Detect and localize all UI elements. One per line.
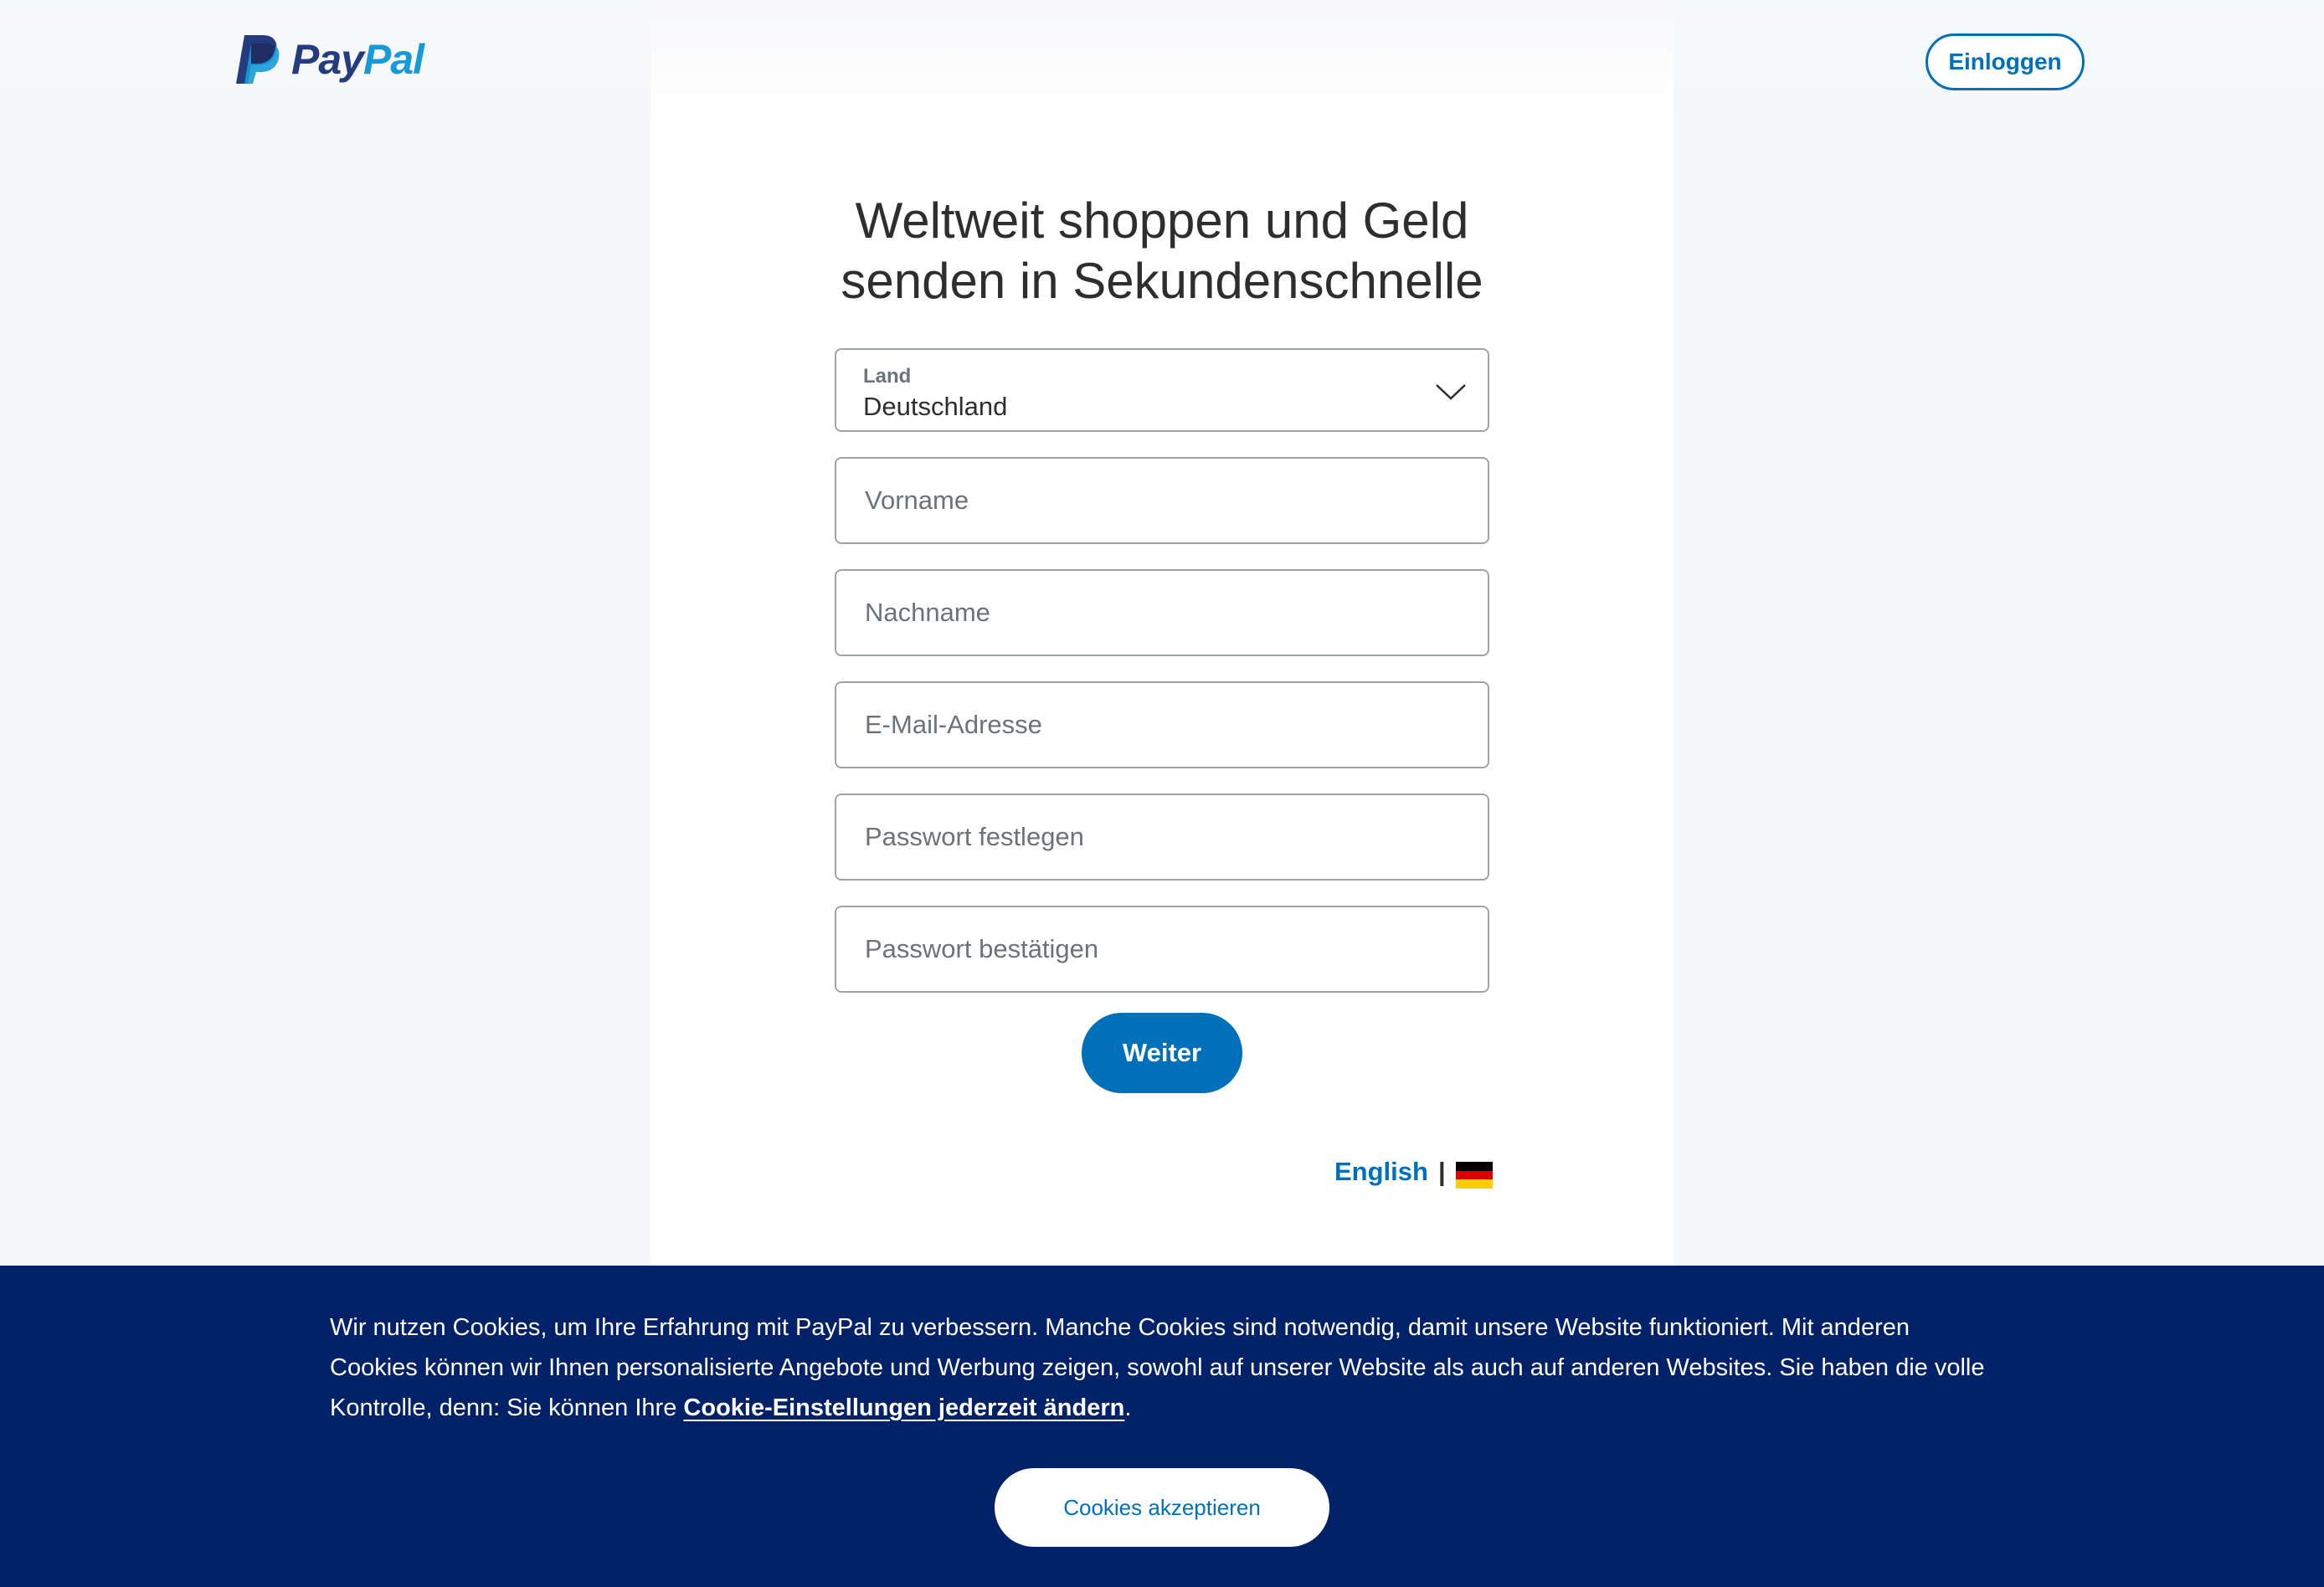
country-select-label: Land [863, 365, 912, 388]
language-separator: | [1437, 1157, 1446, 1186]
cookie-message-end: . [1124, 1394, 1132, 1421]
cookie-settings-link[interactable]: Cookie-Einstellungen jederzeit ändern [683, 1394, 1124, 1421]
paypal-wordmark: PayPal [291, 36, 424, 83]
email-field [835, 681, 1489, 768]
password-field [835, 794, 1489, 881]
password-input[interactable] [836, 795, 1488, 879]
confirm-password-field [835, 906, 1489, 993]
language-english-link[interactable]: English [1334, 1157, 1428, 1187]
germany-flag-icon[interactable] [1455, 1162, 1493, 1189]
first-name-input[interactable] [836, 459, 1488, 542]
flag-band-black [1455, 1162, 1493, 1171]
country-select-value: Deutschland [863, 392, 1008, 421]
chevron-down-icon [1436, 384, 1466, 400]
email-input[interactable] [836, 683, 1488, 767]
accept-cookies-button[interactable]: Cookies akzeptieren [995, 1468, 1329, 1547]
page-title-line-1: Weltweit shoppen und Geld [855, 193, 1469, 249]
page-title-line-2: senden in Sekundenschnelle [841, 253, 1483, 309]
confirm-password-input[interactable] [836, 907, 1488, 991]
cookie-message-text: Wir nutzen Cookies, um Ihre Erfahrung mi… [330, 1314, 1985, 1421]
language-selector: English | [1334, 1155, 1493, 1189]
flag-band-red [1455, 1170, 1493, 1180]
continue-button[interactable]: Weiter [1082, 1013, 1242, 1093]
paypal-p-icon [236, 35, 280, 84]
first-name-field [835, 457, 1489, 544]
flag-band-gold [1455, 1179, 1493, 1189]
cookie-message: Wir nutzen Cookies, um Ihre Erfahrung mi… [330, 1307, 1996, 1428]
page-title: Weltweit shoppen und Geld senden in Seku… [650, 191, 1674, 311]
last-name-input[interactable] [836, 571, 1488, 655]
last-name-field [835, 569, 1489, 656]
country-select[interactable]: Land Deutschland [835, 348, 1489, 432]
paypal-logo[interactable]: PayPal [234, 30, 424, 89]
cookie-banner: Wir nutzen Cookies, um Ihre Erfahrung mi… [0, 1266, 2324, 1587]
login-button[interactable]: Einloggen [1926, 33, 2085, 90]
